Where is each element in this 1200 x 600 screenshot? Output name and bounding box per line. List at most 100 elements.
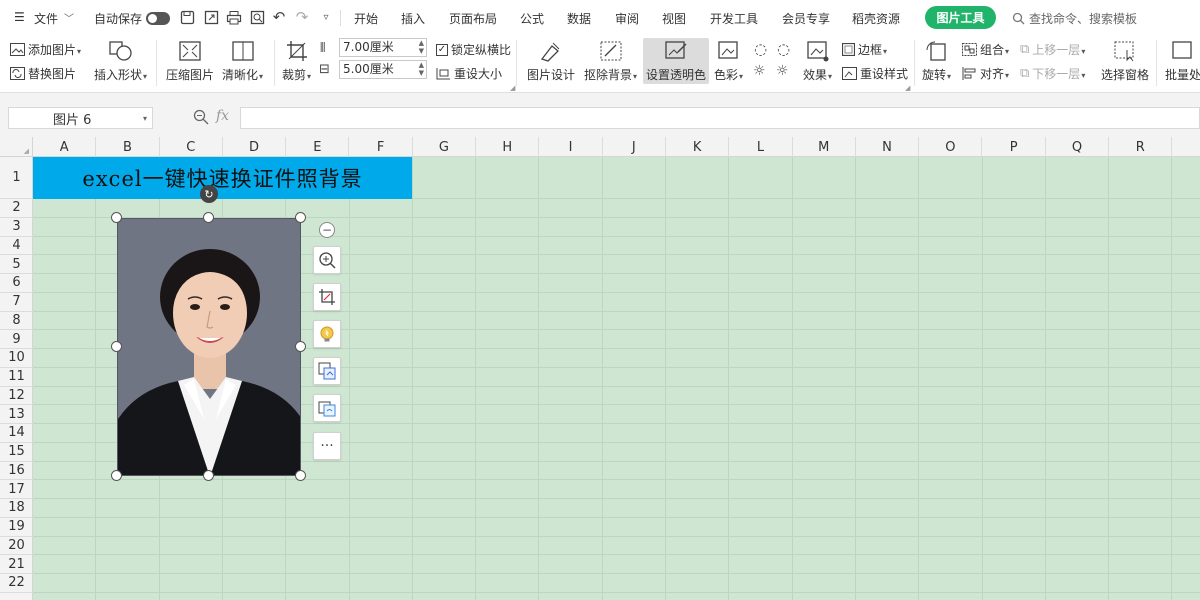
width-spinner-icon[interactable]: ▲ ▼ — [419, 39, 424, 55]
row-header-3[interactable]: 3 — [0, 218, 33, 237]
tab-insert[interactable]: 插入 — [401, 10, 425, 27]
compress-picture-button[interactable]: 压缩图片 — [166, 39, 214, 83]
row-header-21[interactable]: 21 — [0, 555, 33, 574]
row-header-9[interactable]: 9 — [0, 330, 33, 349]
more-quick-access-icon[interactable]: ▿ — [318, 9, 334, 25]
column-header-m[interactable]: M — [793, 137, 856, 157]
column-header-d[interactable]: D — [223, 137, 287, 157]
fx-icon[interactable]: fx — [216, 108, 229, 124]
row-header-18[interactable]: 18 — [0, 499, 33, 518]
bulb-icon[interactable] — [313, 320, 341, 348]
column-header-p[interactable]: P — [983, 137, 1046, 157]
tab-data[interactable]: 数据 — [567, 10, 591, 27]
dropdown-arrow-icon[interactable]: ▾ — [143, 114, 147, 123]
effects-button[interactable]: 效果 — [803, 39, 832, 83]
row-header-10[interactable]: 10 — [0, 349, 33, 368]
column-header-q[interactable]: Q — [1046, 137, 1110, 157]
tab-view[interactable]: 视图 — [662, 10, 686, 27]
brightness-decrease-icon[interactable]: ☼ — [776, 63, 789, 79]
hamburger-icon[interactable]: ☰ — [14, 10, 25, 24]
column-header-n[interactable]: N — [856, 137, 920, 157]
column-header-c[interactable]: C — [160, 137, 223, 157]
column-header-e[interactable]: E — [286, 137, 350, 157]
row-header-20[interactable]: 20 — [0, 537, 33, 556]
resize-handle-bottom[interactable] — [203, 470, 214, 481]
tab-page-layout[interactable]: 页面布局 — [449, 10, 497, 27]
contrast-decrease-icon[interactable]: ◌ — [777, 40, 790, 58]
row-header-22[interactable]: 22 — [0, 574, 33, 593]
resize-handle-right[interactable] — [295, 341, 306, 352]
resize-handle-top-left[interactable] — [111, 212, 122, 223]
batch-process-button[interactable]: 批量处 — [1165, 39, 1200, 83]
brightness-increase-icon[interactable]: ☼ — [753, 63, 766, 79]
row-header-15[interactable]: 15 — [0, 443, 33, 462]
height-spinner-icon[interactable]: ▲ ▼ — [419, 61, 424, 77]
resize-handle-top-right[interactable] — [295, 212, 306, 223]
file-menu[interactable]: 文件 — [34, 10, 58, 27]
reset-size-button[interactable]: 重设大小 — [436, 65, 502, 82]
remove-background-button[interactable]: 抠除背景 — [584, 39, 637, 83]
add-picture-button[interactable]: 添加图片 — [10, 41, 81, 58]
formula-input[interactable] — [240, 107, 1200, 129]
resize-handle-bottom-right[interactable] — [295, 470, 306, 481]
tab-member[interactable]: 会员专享 — [782, 10, 830, 27]
more-icon[interactable]: ··· — [313, 432, 341, 460]
column-header-j[interactable]: J — [603, 137, 666, 157]
row-header-19[interactable]: 19 — [0, 518, 33, 537]
row-header-6[interactable]: 6 — [0, 274, 33, 293]
row-header-13[interactable]: 13 — [0, 405, 33, 424]
row-header-8[interactable]: 8 — [0, 312, 33, 331]
spreadsheet-grid[interactable]: ◢ ABCDEFGHIJKLMNOPQR 1 2 3 4 5 6 7 8 9 10 11 12 13 14… — [0, 137, 1200, 600]
resize-handle-left[interactable] — [111, 341, 122, 352]
rotate-button[interactable]: 旋转 — [922, 39, 951, 83]
zoom-in-icon[interactable] — [313, 246, 341, 274]
dialog-launcher-icon[interactable]: ◢ — [510, 84, 515, 92]
column-header-o[interactable]: O — [919, 137, 983, 157]
crop-icon[interactable] — [313, 283, 341, 311]
id-photo[interactable] — [117, 218, 301, 476]
lock-ratio-checkbox[interactable]: ✓ 锁定纵横比 — [436, 41, 511, 58]
row-header-17[interactable]: 17 — [0, 480, 33, 499]
export-pdf-icon[interactable] — [203, 9, 219, 25]
border-button[interactable]: 边框 — [842, 41, 887, 58]
search-box[interactable]: 查找命令、搜索模板 — [1012, 10, 1137, 27]
save-icon[interactable] — [179, 9, 195, 25]
set-transparent-color-button[interactable]: 设置透明色 — [646, 39, 706, 83]
convert-icon[interactable] — [313, 357, 341, 385]
zoom-icon[interactable] — [193, 109, 209, 128]
row-header-14[interactable]: 14 — [0, 424, 33, 443]
rotate-handle-icon[interactable]: ↻ — [200, 185, 218, 203]
redo-icon[interactable]: ↷ — [294, 8, 310, 26]
group-button[interactable]: 组合 — [962, 41, 1009, 58]
row-header-12[interactable]: 12 — [0, 387, 33, 406]
image-translate-icon[interactable] — [313, 394, 341, 422]
selection-pane-button[interactable]: 选择窗格 — [1101, 39, 1149, 83]
select-all-corner[interactable]: ◢ — [0, 137, 33, 157]
row-header-11[interactable]: 11 — [0, 368, 33, 387]
tab-docer[interactable]: 稻壳资源 — [852, 10, 900, 27]
tab-picture-tools[interactable]: 图片工具 — [925, 6, 996, 29]
title-cell[interactable]: excel一键快速换证件照背景 — [33, 157, 412, 199]
row-header-5[interactable]: 5 — [0, 255, 33, 274]
insert-shape-button[interactable]: 插入形状 — [94, 39, 147, 83]
send-backward-button[interactable]: ⧉ 下移一层 — [1020, 65, 1085, 82]
crop-button[interactable]: 裁剪 — [282, 39, 311, 83]
column-header-b[interactable]: B — [96, 137, 160, 157]
tab-developer[interactable]: 开发工具 — [710, 10, 758, 27]
undo-icon[interactable]: ↶ — [271, 8, 287, 26]
color-button[interactable]: 色彩 — [714, 39, 743, 83]
column-header-l[interactable]: L — [729, 137, 793, 157]
row-header-1[interactable]: 1 — [0, 157, 33, 199]
column-header-h[interactable]: H — [476, 137, 540, 157]
width-input[interactable]: 7.00厘米 ▲ ▼ — [339, 38, 427, 57]
tab-formulas[interactable]: 公式 — [520, 10, 544, 27]
column-header-i[interactable]: I — [539, 137, 603, 157]
column-header-k[interactable]: K — [666, 137, 730, 157]
column-header-f[interactable]: F — [350, 137, 413, 157]
picture-design-button[interactable]: 图片设计 — [527, 39, 575, 83]
row-header-16[interactable]: 16 — [0, 462, 33, 481]
bring-forward-button[interactable]: ⧉ 上移一层 — [1020, 41, 1085, 58]
replace-picture-button[interactable]: 替换图片 — [10, 65, 76, 82]
resize-handle-bottom-left[interactable] — [111, 470, 122, 481]
column-header-r[interactable]: R — [1109, 137, 1173, 157]
